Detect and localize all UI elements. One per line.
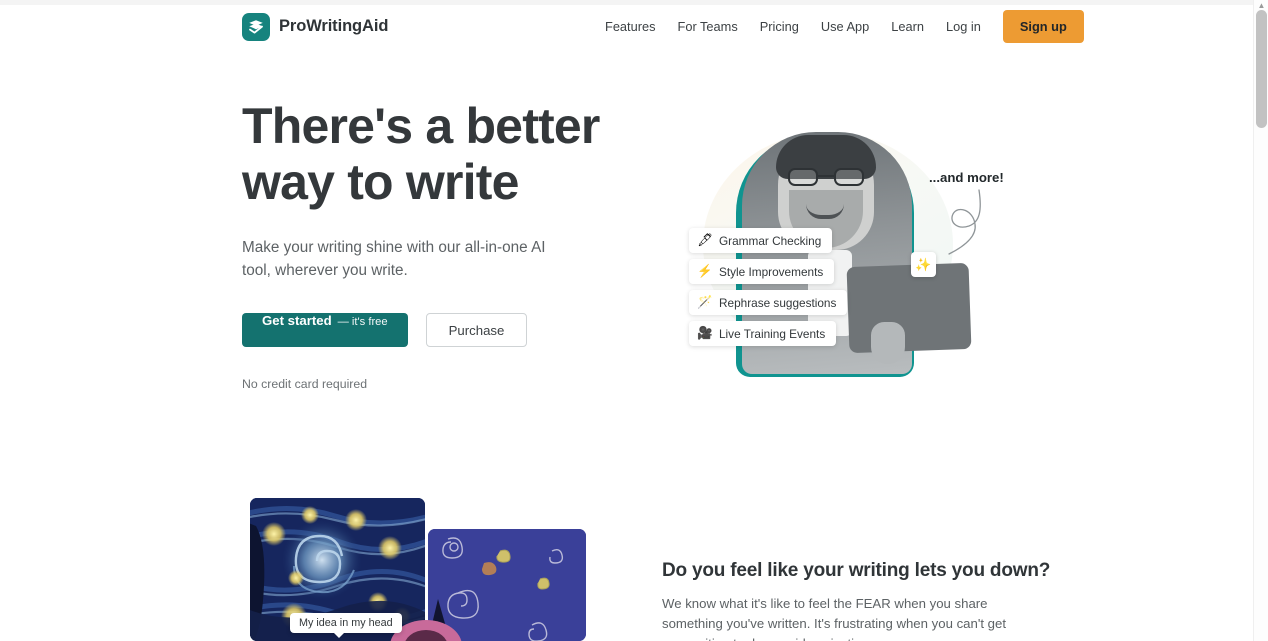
feature-chip-live-training-events[interactable]: 🎥 Live Training Events: [689, 321, 837, 346]
brand-logo-link[interactable]: ProWritingAid: [242, 12, 389, 41]
hero-title-line-2: way to write: [242, 154, 519, 210]
hero-title-line-1: There's a better: [242, 98, 600, 154]
hero-section: There's a better way to write Make your …: [242, 98, 622, 391]
tooltip-my-idea: My idea in my head: [290, 613, 402, 638]
person-hand: [871, 322, 905, 364]
nav-link-learn[interactable]: Learn: [880, 13, 935, 40]
feature-chip-label: Grammar Checking: [719, 233, 822, 248]
sparkles-icon: ✨: [911, 252, 936, 277]
laptop: [846, 262, 972, 354]
scrollbar-thumb[interactable]: [1256, 10, 1267, 128]
main-navigation: Features For Teams Pricing Use App Learn…: [600, 10, 1084, 43]
feature-chip-style-improvements[interactable]: ⚡ Style Improvements: [689, 259, 835, 284]
feature-chip-label: Live Training Events: [719, 326, 826, 341]
and-more-label: ...and more!: [929, 170, 1004, 185]
get-started-label: Get started: [262, 313, 332, 328]
page-scrollbar[interactable]: ▲: [1253, 0, 1268, 641]
hero-illustration: ✨ ...and more! 🖋 Grammar Checking ⚡ Styl…: [663, 110, 1023, 382]
book-pages-icon: [242, 12, 270, 41]
glasses-icon: [786, 168, 866, 186]
feature-chip-label: Rephrase suggestions: [719, 295, 837, 310]
feature-chip-grammar-checking[interactable]: 🖋 Grammar Checking: [689, 228, 833, 253]
fountain-pen-icon: 🖋: [697, 233, 713, 247]
nav-link-for-teams[interactable]: For Teams: [667, 13, 749, 40]
magic-wand-icon: 🪄: [697, 295, 713, 309]
lower-section: Do you feel like your writing lets you d…: [662, 560, 1051, 641]
nav-link-features[interactable]: Features: [600, 13, 667, 40]
hand-drawn-loop-arrow-icon: [948, 189, 981, 255]
lower-section-title: Do you feel like your writing lets you d…: [662, 560, 1051, 581]
movie-camera-icon: 🎥: [697, 326, 713, 340]
page-root: ProWritingAid Features For Teams Pricing…: [0, 0, 1268, 641]
hero-title: There's a better way to write: [242, 98, 622, 210]
hero-cta-group: Get started — it's free Purchase: [242, 313, 622, 347]
feature-chip-rephrase-suggestions[interactable]: 🪄 Rephrase suggestions: [689, 290, 848, 315]
nav-link-use-app[interactable]: Use App: [810, 13, 880, 40]
get-started-suffix: — it's free: [337, 316, 388, 328]
hero-subtitle: Make your writing shine with our all-in-…: [242, 239, 546, 279]
site-header: ProWritingAid Features For Teams Pricing…: [0, 5, 1253, 48]
lightning-bolt-icon: ⚡: [697, 264, 713, 278]
no-credit-card-note: No credit card required: [242, 377, 368, 391]
brand-name: ProWritingAid: [279, 17, 389, 35]
purchase-button[interactable]: Purchase: [425, 313, 528, 347]
lower-section-body: We know what it's like to feel the FEAR …: [662, 596, 1007, 641]
feature-chip-label: Style Improvements: [719, 264, 824, 279]
scroll-up-arrow-icon[interactable]: ▲: [1257, 1, 1266, 10]
nav-link-pricing[interactable]: Pricing: [749, 13, 810, 40]
feature-chip-list: 🖋 Grammar Checking ⚡ Style Improvements …: [689, 228, 848, 346]
sign-up-button[interactable]: Sign up: [1002, 10, 1084, 43]
get-started-button[interactable]: Get started — it's free: [242, 313, 408, 347]
simplified-painting-panel: [428, 529, 586, 641]
nav-link-log-in[interactable]: Log in: [935, 13, 992, 40]
